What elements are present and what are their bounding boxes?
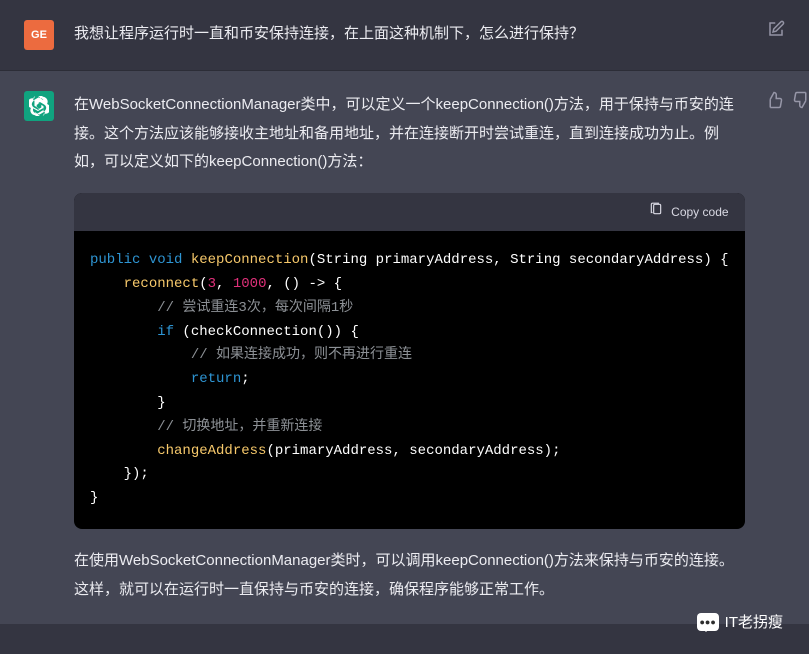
fn-keepconnection: keepConnection xyxy=(191,252,309,268)
kw-void: void xyxy=(149,252,183,268)
kw-if: if xyxy=(157,324,174,340)
code-block: Copy code public void keepConnection(Str… xyxy=(74,193,745,530)
change-args: (primaryAddress, secondaryAddress); xyxy=(266,443,560,459)
user-actions xyxy=(767,20,785,50)
if-cond: (checkConnection()) { xyxy=(174,324,359,340)
kw-public: public xyxy=(90,252,140,268)
thumbs-down-icon[interactable] xyxy=(793,91,809,109)
brace-close-1: } xyxy=(157,395,165,411)
user-message-row: GE 我想让程序运行时一直和币安保持连接，在上面这种机制下，怎么进行保持？ xyxy=(0,0,809,71)
wechat-bubble-icon: ●●● xyxy=(697,613,719,631)
copy-code-label: Copy code xyxy=(671,201,728,224)
sig-tail: (String primaryAddress, String secondary… xyxy=(308,252,728,268)
thumbs-up-icon[interactable] xyxy=(765,91,783,109)
code-content: public void keepConnection(String primar… xyxy=(74,231,745,529)
user-avatar: GE xyxy=(24,20,54,50)
comment-3: // 切换地址，并重新连接 xyxy=(157,419,322,435)
semi: ; xyxy=(241,371,249,387)
clipboard-icon xyxy=(649,201,663,224)
num-3: 3 xyxy=(208,276,216,292)
fn-reconnect: reconnect xyxy=(124,276,200,292)
comment-1: // 尝试重连3次，每次间隔1秒 xyxy=(157,300,353,316)
watermark-text: IT老拐瘦 xyxy=(725,611,783,632)
num-1000: 1000 xyxy=(233,276,267,292)
kw-return: return xyxy=(191,371,241,387)
comment-2: // 如果连接成功，则不再进行重连 xyxy=(191,347,412,363)
assistant-intro: 在WebSocketConnectionManager类中，可以定义一个keep… xyxy=(74,91,745,177)
assistant-avatar xyxy=(24,91,54,121)
lambda-end: }); xyxy=(124,466,149,482)
user-message-text: 我想让程序运行时一直和币安保持连接，在上面这种机制下，怎么进行保持？ xyxy=(74,20,747,50)
brace-close-2: } xyxy=(90,490,98,506)
assistant-outro: 在使用WebSocketConnectionManager类时，可以调用keep… xyxy=(74,547,745,604)
assistant-message-row: 在WebSocketConnectionManager类中，可以定义一个keep… xyxy=(0,71,809,624)
copy-code-button[interactable]: Copy code xyxy=(649,201,728,224)
edit-icon[interactable] xyxy=(767,20,785,38)
assistant-actions xyxy=(765,91,809,604)
user-avatar-text: GE xyxy=(31,29,47,41)
assistant-body: 在WebSocketConnectionManager类中，可以定义一个keep… xyxy=(74,91,745,604)
watermark: ●●● IT老拐瘦 xyxy=(697,611,783,632)
code-header: Copy code xyxy=(74,193,745,232)
lambda-tail: , () -> { xyxy=(266,276,342,292)
fn-changeaddress: changeAddress xyxy=(157,443,266,459)
